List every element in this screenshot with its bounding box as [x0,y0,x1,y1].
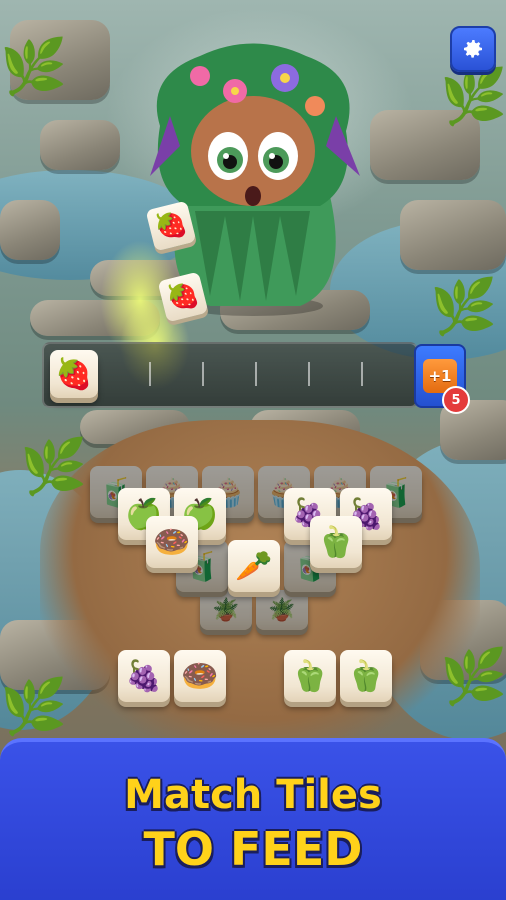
fern-plant: 🌿 [0,35,68,98]
tile-tray: 🍓 [42,342,418,408]
booster-count-badge: 5 [442,386,470,414]
slot-divider [202,362,204,386]
rock [400,200,506,270]
tile-donut[interactable]: 🍩 [146,516,198,568]
tile-grapes[interactable]: 🍇 [118,650,170,702]
gear-icon [464,40,482,58]
fern-plant: 🌿 [440,65,506,128]
pepper-icon: 🫑 [291,658,329,694]
tile-donut[interactable]: 🍩 [174,650,226,702]
settings-button[interactable] [450,26,496,72]
grapes-icon: 🍇 [125,658,163,694]
game-scene: 🌿 🌿 🌿 🌿 🌿 🌿 🍓 🍓 🍓 +1 5 🧃 🧁 🧁 🧃 🪴 🪴 🧃 🧃 🍏… [0,0,506,900]
strawberry-icon: 🍓 [151,207,191,245]
pepper-icon: 🫑 [347,658,385,694]
banner-title-line1: Match Tiles [124,772,382,818]
tile-pepper[interactable]: 🫑 [340,650,392,702]
carrot-icon: 🥕 [235,548,273,584]
add-slot-booster[interactable]: +1 5 [414,344,470,414]
tile-pot: 🪴 [256,590,308,630]
banner-title-line2: TO FEED [143,822,363,876]
tray-tile: 🍓 [50,350,98,398]
tile-pepper[interactable]: 🫑 [284,650,336,702]
pot-icon: 🪴 [212,597,240,623]
fern-plant: 🌿 [430,275,498,338]
fern-plant: 🌿 [440,645,506,708]
donut-icon: 🍩 [181,658,219,694]
fern-plant: 🌿 [0,675,68,738]
slot-divider [308,362,310,386]
strawberry-icon: 🍓 [55,356,93,392]
slot-divider [149,362,151,386]
pot-icon: 🪴 [268,597,296,623]
tile-pot: 🪴 [200,590,252,630]
strawberry-icon: 🍓 [163,278,203,316]
pepper-icon: 🫑 [317,524,355,560]
fern-plant: 🌿 [20,435,88,498]
slot-divider [255,362,257,386]
donut-icon: 🍩 [153,524,191,560]
slot-divider [361,362,363,386]
rock [0,200,60,260]
rock [40,120,120,170]
tile-carrot[interactable]: 🥕 [228,540,280,592]
tile-pepper[interactable]: 🫑 [310,516,362,568]
